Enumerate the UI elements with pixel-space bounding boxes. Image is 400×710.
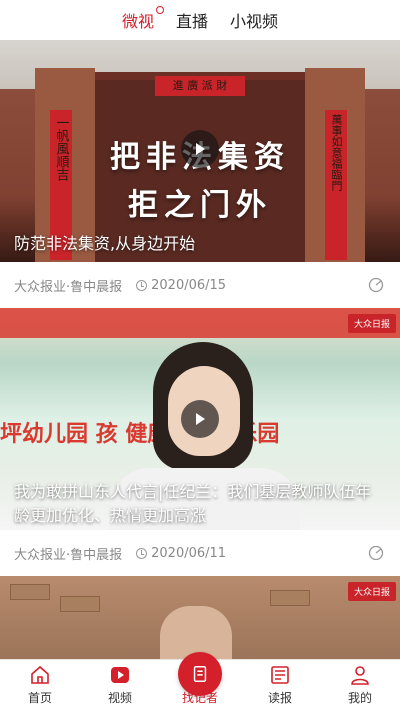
- play-button[interactable]: [181, 130, 219, 168]
- reporter-icon: [178, 652, 222, 696]
- door-lintel: 進 廣 派 財: [155, 76, 245, 96]
- video-meta-1: 大众报业·鲁中晨报 2020/06/15: [0, 262, 400, 308]
- tab-weishi-label: 微视: [121, 12, 154, 31]
- play-icon: [196, 413, 205, 425]
- top-tab-bar: 微视 直播 小视频: [0, 0, 400, 40]
- bottom-tab-bar: 首页 视频 找记者 读报 我的: [0, 652, 400, 710]
- clock-icon: [136, 547, 148, 559]
- share-icon[interactable]: [368, 277, 384, 293]
- tab-profile-label: 我的: [347, 691, 372, 705]
- play-icon: [196, 143, 205, 155]
- tab-video-label: 视频: [107, 691, 132, 705]
- newspaper-icon: [271, 666, 289, 684]
- profile-icon: [351, 666, 369, 685]
- home-icon: [31, 665, 49, 684]
- tab-weishi[interactable]: 微视: [120, 6, 164, 32]
- video-icon: [111, 667, 129, 683]
- image-headline-2: 拒之门外: [128, 188, 272, 223]
- tab-short-video[interactable]: 小视频: [228, 8, 280, 32]
- tab-read-paper[interactable]: 读报: [248, 664, 312, 710]
- clock-icon: [136, 279, 148, 291]
- video-card-2[interactable]: 大众日报 坪幼儿园 孩 健康成长的乐园 我为敢拼山东人代言|任纪兰：我们基层教师…: [0, 308, 400, 530]
- tab-live[interactable]: 直播: [174, 8, 210, 32]
- play-button[interactable]: [181, 400, 219, 438]
- tab-read-paper-label: 读报: [267, 691, 292, 705]
- source-label: 大众报业·鲁中晨报: [14, 279, 123, 295]
- tab-find-reporter[interactable]: 找记者: [168, 652, 232, 710]
- live-dot-icon: [155, 6, 164, 14]
- dazhong-logo: 大众日报: [347, 582, 396, 601]
- video-title[interactable]: 防范非法集资,从身边开始: [14, 232, 386, 256]
- tab-profile[interactable]: 我的: [328, 664, 392, 710]
- source-label: 大众报业·鲁中晨报: [14, 547, 123, 563]
- tab-home-label: 首页: [27, 691, 52, 705]
- wall-brick: [60, 596, 100, 612]
- share-icon[interactable]: [368, 545, 384, 561]
- video-card-3[interactable]: 大众日报: [0, 576, 400, 664]
- banner-strip: [0, 308, 400, 338]
- wall-brick: [270, 590, 310, 606]
- tab-home[interactable]: 首页: [8, 664, 72, 710]
- door-lintel-text: 進 廣 派 財: [172, 79, 228, 92]
- video-meta-2: 大众报业·鲁中晨报 2020/06/11: [0, 530, 400, 576]
- publish-date: 2020/06/15: [151, 277, 227, 293]
- wall-brick: [10, 584, 50, 600]
- video-card-1[interactable]: 進 廣 派 財 一帆風順吉 萬事如意福臨門 把非法集资 拒之门外 防范非法集资,…: [0, 40, 400, 262]
- dazhong-logo: 大众日报: [347, 314, 396, 333]
- tab-video[interactable]: 视频: [88, 664, 152, 710]
- publish-date: 2020/06/11: [151, 545, 227, 561]
- video-title[interactable]: 我为敢拼山东人代言|任纪兰：我们基层教师队伍年龄更加优化、热情更加高涨: [14, 480, 386, 528]
